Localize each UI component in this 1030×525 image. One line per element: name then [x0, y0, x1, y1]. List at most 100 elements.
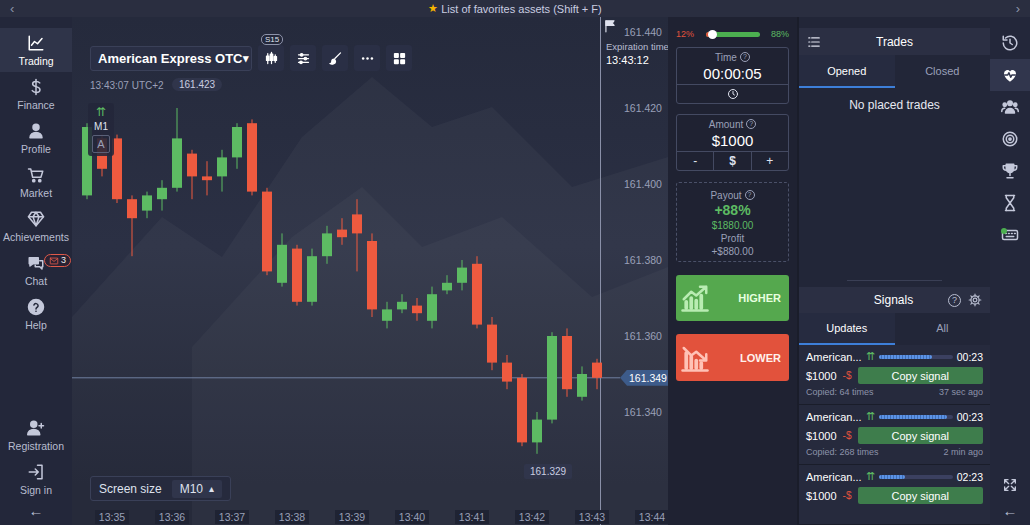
chart-area[interactable]: American Express OTC▾S15 13:43:07 UTC+2 16…	[72, 17, 668, 525]
indicator-label[interactable]: A	[92, 135, 110, 153]
time-tick: 13:43	[575, 510, 609, 524]
sidebar-item[interactable]: Sign in	[0, 457, 72, 501]
chat-badge: 3	[44, 254, 71, 267]
drawing-button[interactable]	[322, 45, 348, 71]
tab[interactable]: Opened	[799, 55, 895, 88]
signal-amount: $1000	[806, 430, 837, 442]
copy-signal-button[interactable]: Copy signal	[858, 367, 984, 384]
sidebar-item[interactable]: Chat3	[0, 248, 72, 292]
current-price-label: 161.349	[620, 370, 668, 386]
server-clock: 13:43:07 UTC+2	[90, 80, 164, 91]
grid-icon	[392, 51, 407, 66]
person-icon	[27, 122, 45, 140]
info-icon[interactable]: ?	[740, 52, 750, 62]
sidebar-item[interactable]: Market	[0, 160, 72, 204]
plus-button[interactable]: +	[751, 152, 788, 170]
gear-icon[interactable]	[968, 293, 982, 307]
rail-item[interactable]	[990, 219, 1030, 251]
time-value[interactable]: 00:00:05	[703, 64, 761, 84]
screen-size-dropdown[interactable]: M10▴	[172, 480, 222, 498]
empty-message: No placed trades	[799, 88, 990, 112]
lower-button[interactable]: LOWER	[676, 334, 789, 381]
right-rail: ←	[990, 17, 1030, 525]
rail-item[interactable]	[990, 59, 1030, 91]
favorites-label: List of favorites assets (Shift + F)	[441, 3, 601, 15]
low-price-label: 161.329	[524, 464, 572, 479]
favorites-link[interactable]: ★List of favorites assets (Shift + F)	[428, 2, 601, 15]
signal-amount: $1000	[806, 490, 837, 502]
screen-size-caret: ▴	[209, 483, 214, 494]
signal-asset: American...	[806, 411, 862, 423]
candle-body	[562, 336, 572, 389]
collapse-button[interactable]: ←	[990, 501, 1030, 521]
candle	[172, 108, 182, 192]
signal-change: -$	[843, 430, 852, 441]
next-button[interactable]: ›	[1016, 0, 1020, 17]
indicator-panel[interactable]: ⇈M1A	[88, 103, 114, 156]
collapse-button[interactable]: ←	[0, 501, 72, 521]
sidebar-bottom: RegistrationSign in←	[0, 413, 72, 521]
layout-button[interactable]	[386, 45, 412, 71]
sidebar-item[interactable]: Finance	[0, 72, 72, 116]
tab[interactable]: All	[895, 313, 991, 345]
candle-body	[577, 374, 587, 397]
fullscreen-button[interactable]	[990, 469, 1030, 501]
icon-shape	[680, 283, 710, 313]
info-icon[interactable]: ?	[746, 119, 756, 129]
candle	[517, 374, 527, 446]
sidebar-item[interactable]: Registration	[0, 413, 72, 457]
signals-help-icon[interactable]: ?	[948, 294, 961, 307]
signal-progress	[879, 355, 953, 359]
amount-field[interactable]: Amount?$1000-$+	[676, 114, 789, 171]
sidebar: TradingFinanceProfile Market Achievements C…	[0, 17, 72, 525]
badge-count: 3	[61, 255, 66, 266]
minus-button[interactable]: -	[677, 152, 713, 170]
sidebar-label: Achievements	[3, 231, 69, 243]
rail-item[interactable]	[990, 27, 1030, 59]
rail-item[interactable]	[990, 155, 1030, 187]
tab[interactable]: Updates	[799, 313, 895, 345]
candle	[577, 366, 587, 400]
chart-toolbar: American Express OTC▾S15	[90, 45, 412, 71]
prev-button[interactable]: ‹	[10, 0, 14, 17]
icon-shape	[1005, 480, 1016, 491]
candle-body	[427, 294, 437, 321]
asset-caret: ▾	[243, 52, 249, 65]
icon-shape	[264, 51, 279, 66]
info-icon[interactable]: ?	[745, 190, 755, 200]
candle-body	[157, 188, 167, 199]
candle	[562, 328, 572, 396]
candle	[457, 260, 467, 290]
higher-button[interactable]: HIGHER	[676, 275, 789, 321]
icon-shape	[50, 258, 58, 261]
sidebar-item[interactable]: Help	[0, 292, 72, 336]
amount-value[interactable]: $1000	[712, 131, 754, 151]
candle-body	[322, 233, 332, 256]
candle-body	[187, 154, 197, 177]
chart-type-button[interactable]: S15	[258, 45, 284, 71]
sidebar-item[interactable]: Achievements	[0, 204, 72, 248]
tab[interactable]: Closed	[895, 55, 991, 88]
copy-signal-button[interactable]: Copy signal	[858, 487, 984, 504]
rail-item[interactable]	[990, 187, 1030, 219]
asset-selector[interactable]: American Express OTC▾	[90, 46, 252, 71]
sidebar-item[interactable]: Profile	[0, 116, 72, 160]
time-picker-button[interactable]	[677, 84, 788, 103]
app: ‹ ★List of favorites assets (Shift + F) › T…	[0, 0, 1030, 525]
candle-body	[142, 195, 152, 210]
sidebar-label: Market	[20, 187, 52, 199]
signals-tools: ?	[948, 293, 982, 307]
copy-signal-button[interactable]: Copy signal	[858, 427, 984, 444]
rail-item[interactable]	[990, 91, 1030, 123]
screen-size-control[interactable]: Screen sizeM10▴	[90, 476, 231, 501]
currency-button[interactable]: $	[713, 152, 750, 170]
icon-shape	[361, 57, 364, 60]
sidebar-item[interactable]: Trading	[0, 28, 72, 72]
settings-button[interactable]	[290, 45, 316, 71]
icon-shape	[328, 51, 343, 66]
more-button[interactable]	[354, 45, 380, 71]
rail-item[interactable]	[990, 123, 1030, 155]
icon-shape	[39, 179, 41, 181]
current-price-line	[72, 377, 620, 378]
time-field[interactable]: Time?00:00:05	[676, 47, 789, 104]
